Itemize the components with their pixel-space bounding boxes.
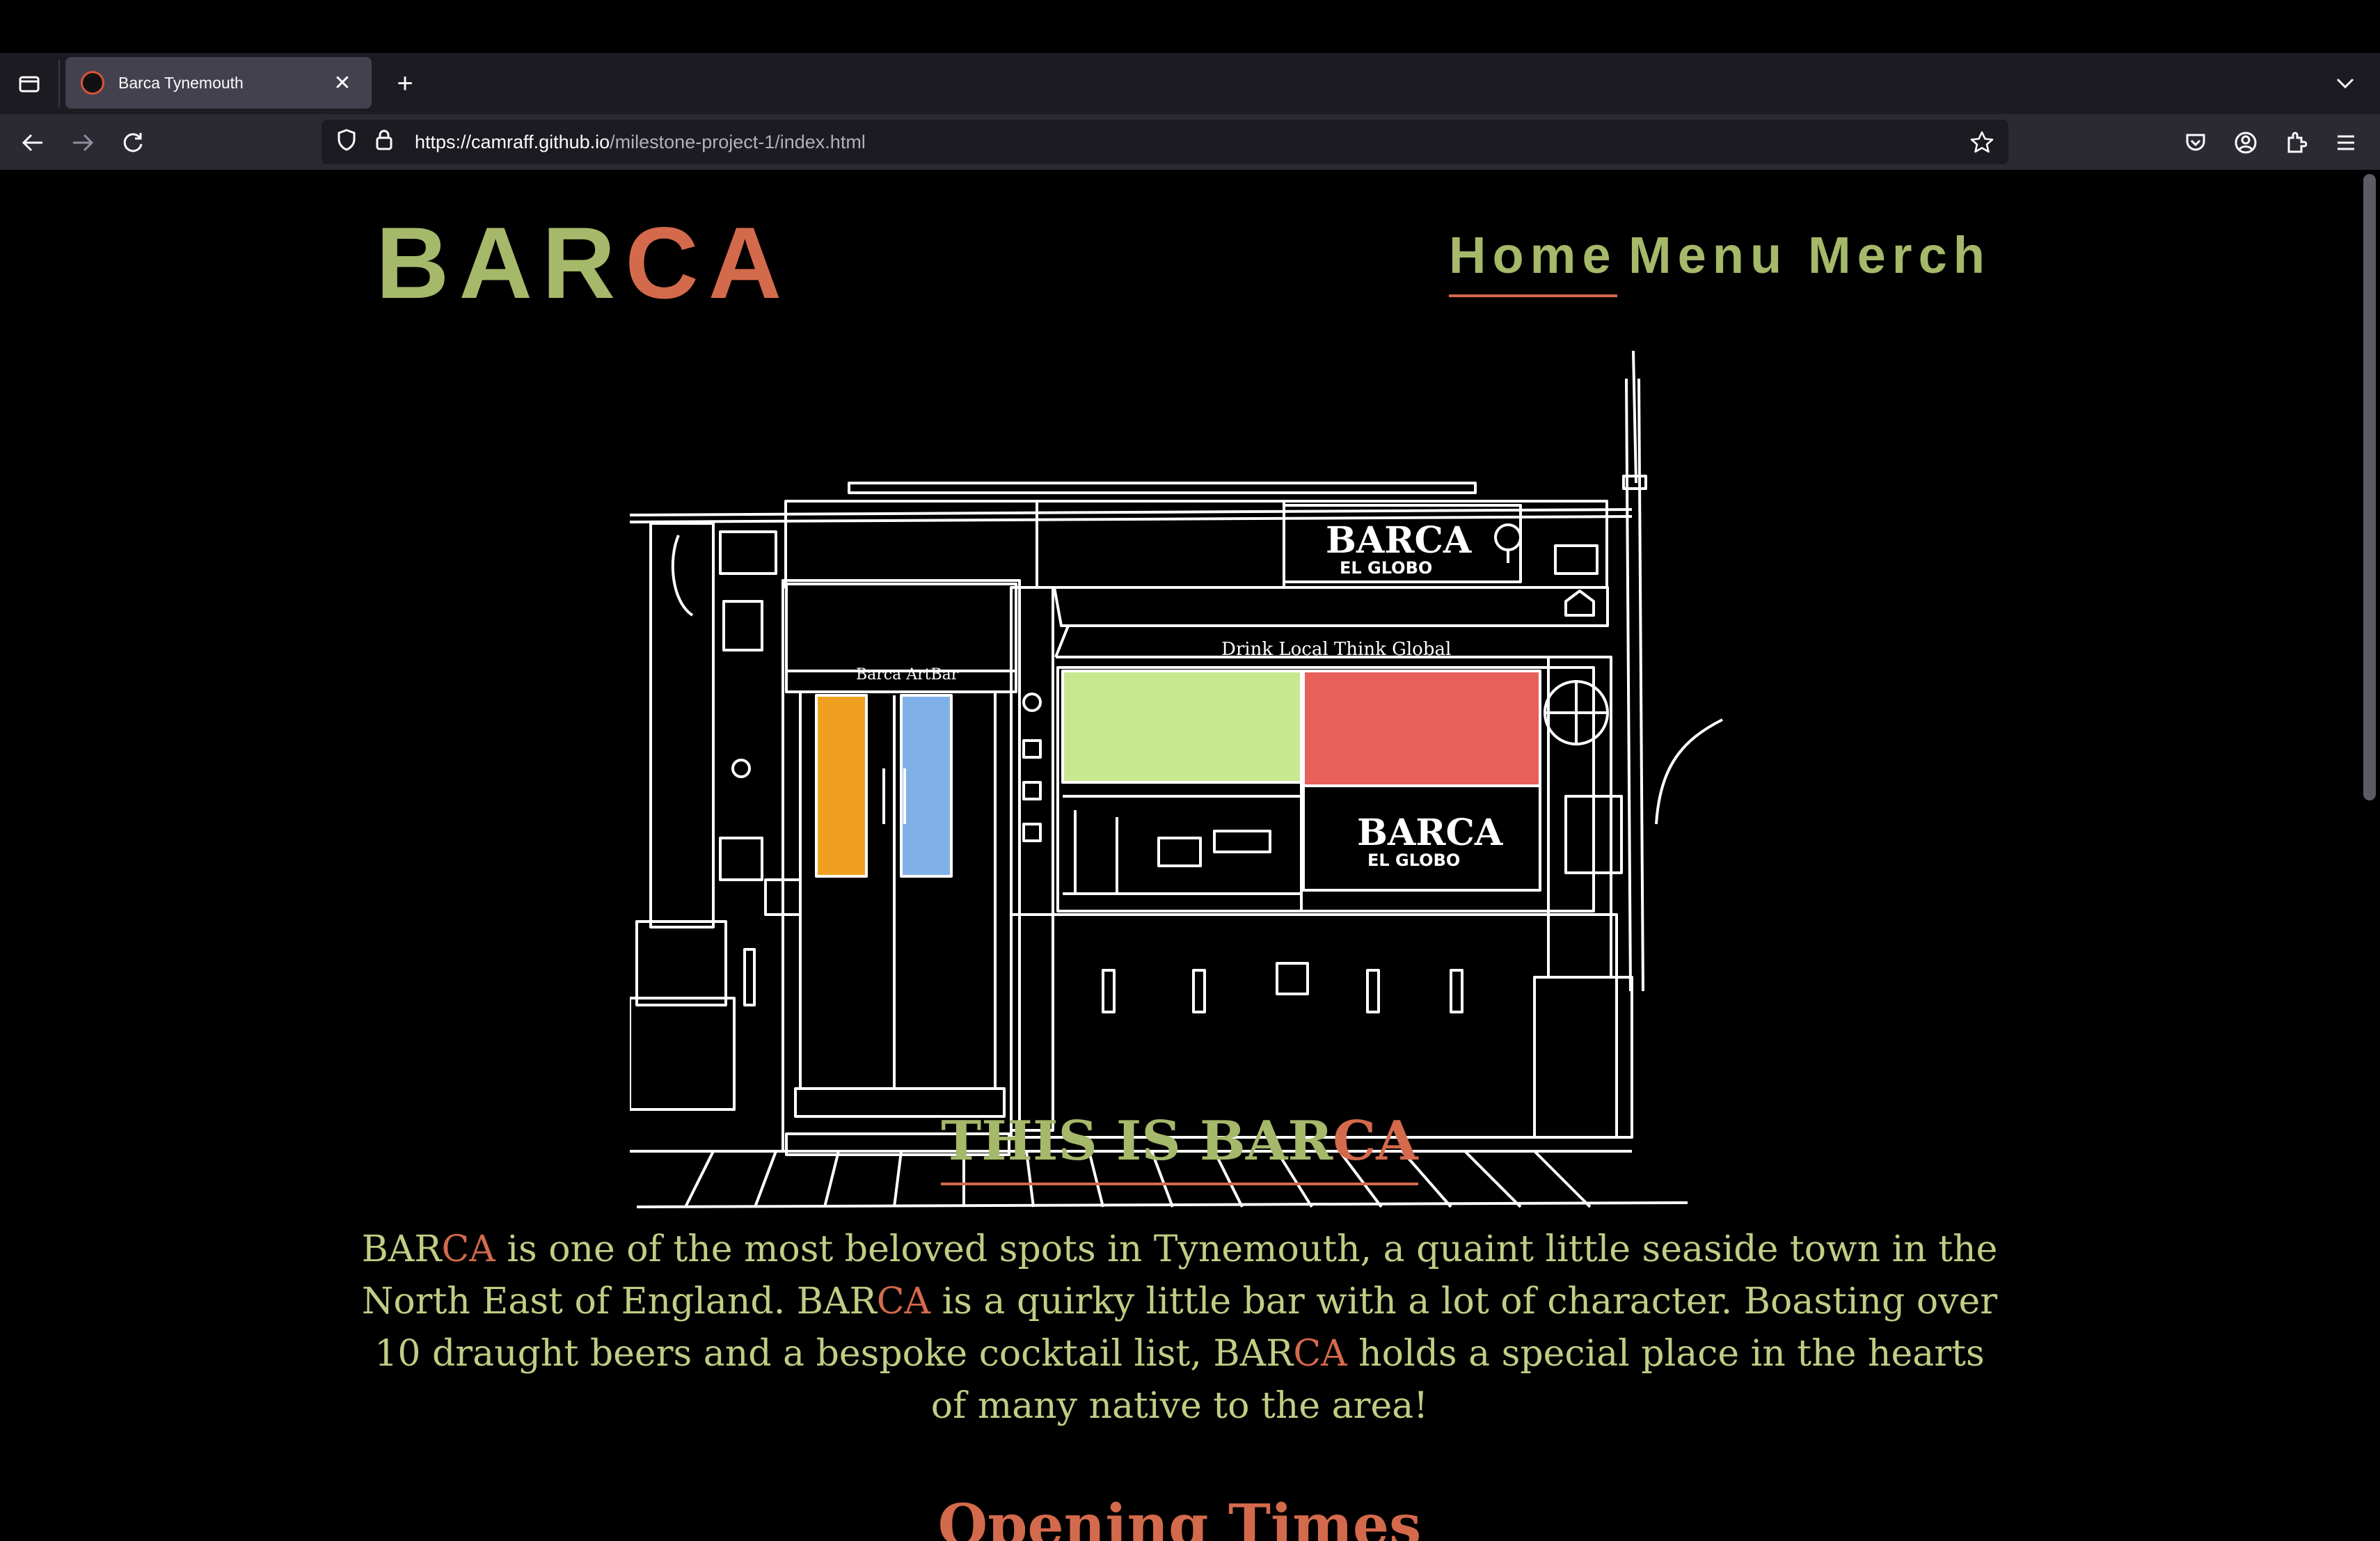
tab-strip: Barca Tynemouth ✕ + [0,53,2380,114]
nav-home[interactable]: Home [1449,226,1617,297]
awning-text: Drink Local Think Global [1221,639,1451,660]
shield-icon[interactable] [334,128,359,156]
star-icon[interactable] [1967,127,1997,157]
tab-title: Barca Tynemouth [118,73,244,92]
forward-icon[interactable] [65,125,100,160]
account-icon[interactable] [2228,125,2263,160]
sign-top: BARCA [1326,519,1472,562]
site-logo[interactable]: BARCA [376,205,791,322]
brand-bar: BAR [361,1228,442,1270]
about-heading-accent: CA [1333,1109,1418,1173]
back-icon[interactable] [15,125,50,160]
pocket-icon[interactable] [2178,125,2213,160]
brand-ca: CA [441,1228,495,1270]
brand-bar: BAR [796,1281,877,1322]
menu-icon[interactable] [2329,125,2363,160]
page-viewport: BARCA Home Menu Merch BARCA EL GLOBO Bar… [0,170,2359,1541]
sign-bottom-sub: EL GLOBO [1367,851,1460,870]
url-text[interactable]: https://camraff.github.io/milestone-proj… [415,132,866,153]
about-heading: THIS IS BARCA [0,1109,2359,1185]
page-scrollbar[interactable] [2359,170,2380,1541]
lock-icon[interactable] [372,129,397,156]
tab-separator [58,60,60,107]
navigation-toolbar: https://camraff.github.io/milestone-proj… [0,114,2380,170]
extensions-icon[interactable] [2278,125,2313,160]
url-path: /milestone-project-1/index.html [610,131,866,152]
brand-bar: BAR [1213,1333,1294,1375]
plus-icon[interactable]: + [387,65,423,102]
brand-ca: CA [876,1281,931,1322]
tab-barca[interactable]: Barca Tynemouth ✕ [65,57,372,109]
door-sign: Barca ArtBar [856,666,959,683]
chevron-down-icon[interactable] [2329,67,2362,100]
scrollbar-thumb[interactable] [2363,174,2376,800]
nav-merch[interactable]: Merch [1808,226,1991,285]
close-icon[interactable]: ✕ [328,71,356,95]
opening-times-heading: Opening Times [937,1492,1422,1541]
logo-accent: CA [625,206,792,319]
sign-top-sub: EL GLOBO [1340,558,1432,578]
url-bar[interactable]: https://camraff.github.io/milestone-proj… [322,120,2008,164]
window-titlebar [0,0,2380,53]
brand-ca: CA [1293,1333,1347,1375]
reload-icon[interactable] [116,125,150,160]
favicon [81,71,104,95]
nav-menu[interactable]: Menu [1628,226,1788,285]
tabs-icon[interactable] [13,67,46,100]
storefront-illustration: BARCA EL GLOBO Barca ArtBar Drink Local … [630,351,1723,1208]
sign-bottom: BARCA [1357,812,1503,854]
about-heading-main: THIS IS BAR [941,1109,1333,1173]
about-paragraph: BARCA is one of the most beloved spots i… [351,1224,2008,1432]
url-host: https://camraff.github.io [415,131,610,152]
logo-main: BAR [376,206,626,319]
